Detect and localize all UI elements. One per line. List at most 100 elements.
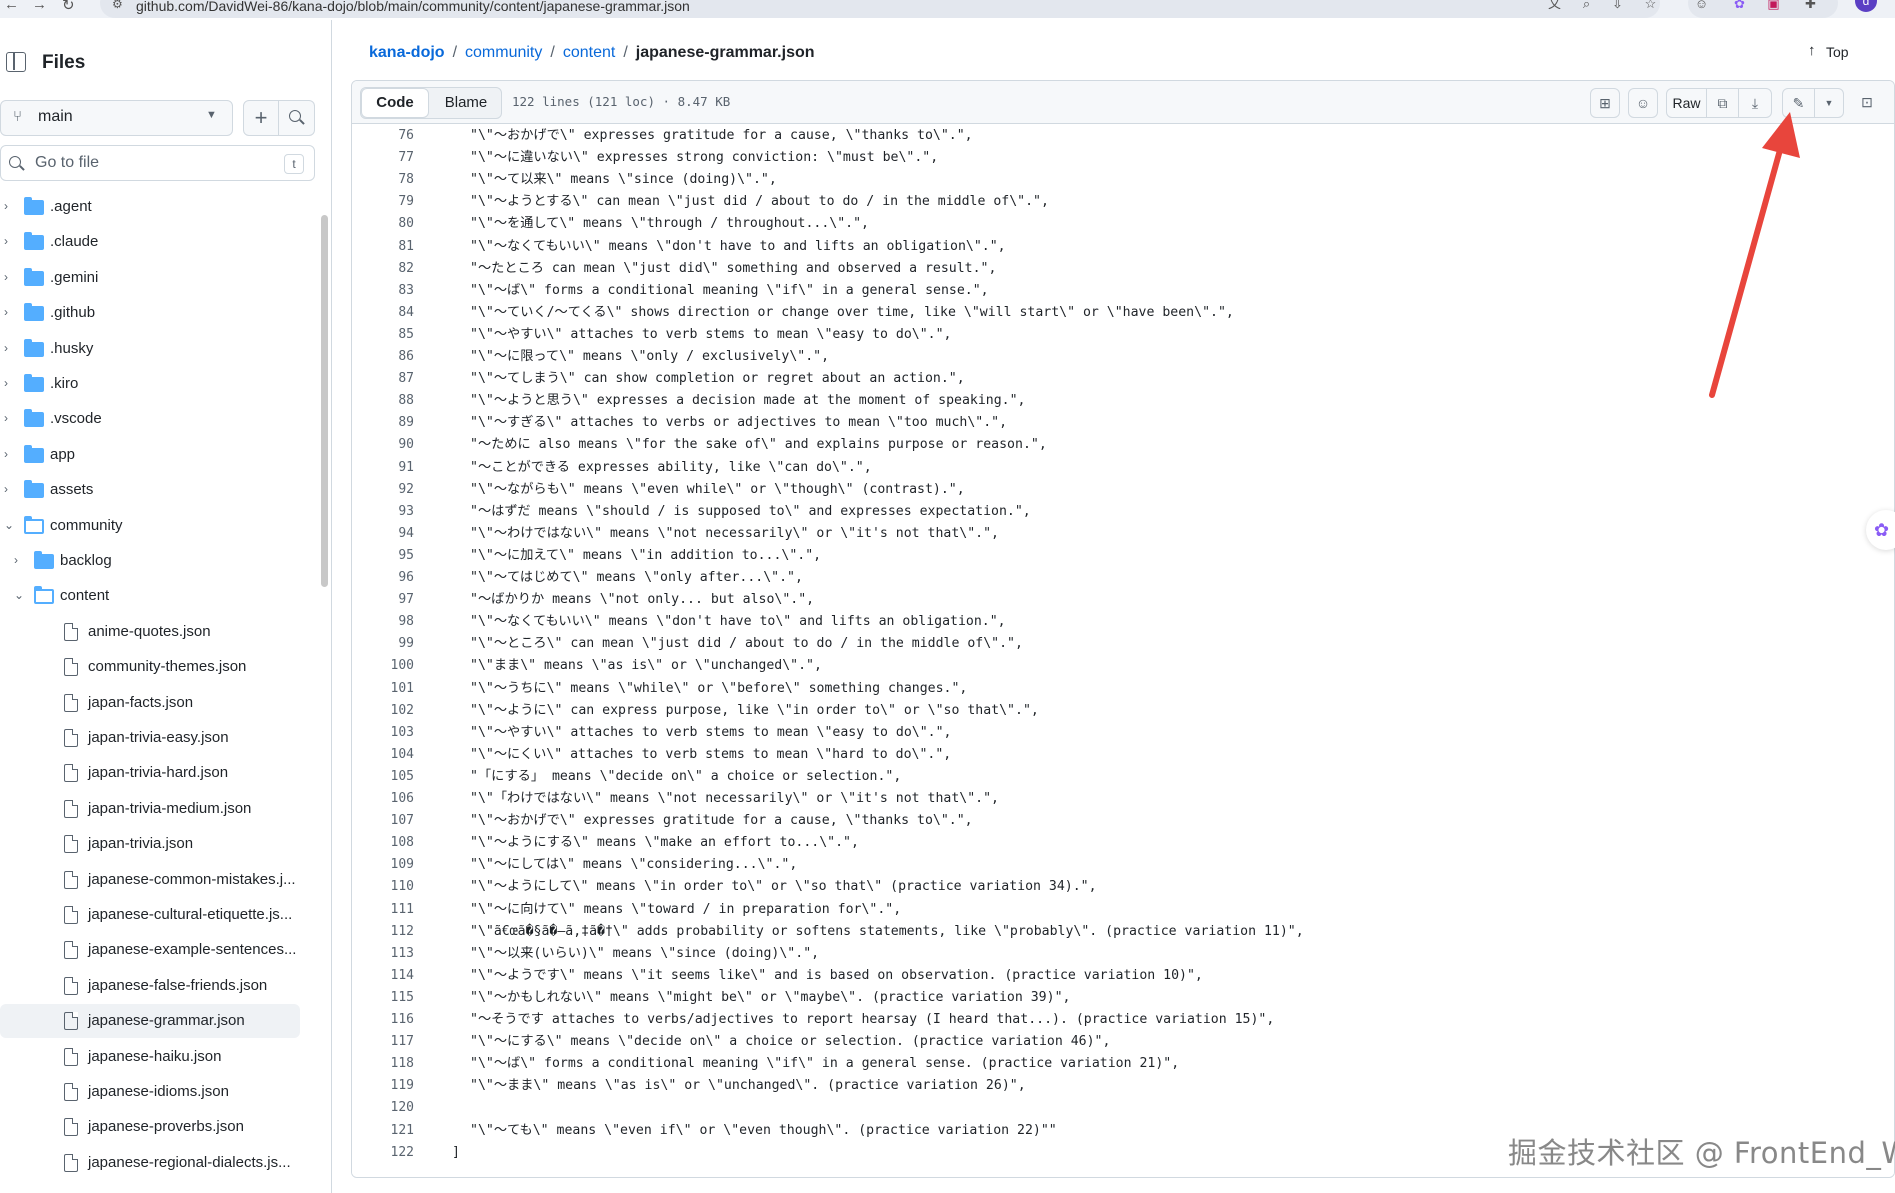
line-number[interactable]: 100 bbox=[352, 655, 414, 677]
line-number[interactable]: 112 bbox=[352, 921, 414, 943]
tree-file-row[interactable]: japan-facts.json bbox=[0, 686, 300, 720]
chevron-right-icon[interactable]: › bbox=[4, 234, 8, 248]
line-number[interactable]: 120 bbox=[352, 1097, 414, 1119]
line-number[interactable]: 98 bbox=[352, 611, 414, 633]
translate-icon[interactable]: 文 bbox=[1547, 0, 1562, 11]
forward-icon[interactable]: → bbox=[32, 0, 47, 13]
tree-file-row[interactable]: japanese-regional-dialects.js... bbox=[0, 1146, 300, 1180]
line-number[interactable]: 90 bbox=[352, 434, 414, 456]
line-number[interactable]: 101 bbox=[352, 678, 414, 700]
line-number[interactable]: 114 bbox=[352, 965, 414, 987]
line-number[interactable]: 115 bbox=[352, 987, 414, 1009]
code-tab[interactable]: Code bbox=[361, 88, 429, 118]
line-number[interactable]: 80 bbox=[352, 213, 414, 235]
line-number[interactable]: 97 bbox=[352, 589, 414, 611]
line-number[interactable]: 82 bbox=[352, 258, 414, 280]
line-number[interactable]: 106 bbox=[352, 788, 414, 810]
line-number[interactable]: 86 bbox=[352, 346, 414, 368]
line-number[interactable]: 81 bbox=[352, 236, 414, 258]
line-number[interactable]: 102 bbox=[352, 700, 414, 722]
line-number[interactable]: 85 bbox=[352, 324, 414, 346]
line-number[interactable]: 87 bbox=[352, 368, 414, 390]
line-number[interactable]: 116 bbox=[352, 1009, 414, 1031]
line-number[interactable]: 93 bbox=[352, 501, 414, 523]
chevron-right-icon[interactable]: › bbox=[14, 553, 18, 567]
tree-file-row[interactable]: japanese-example-sentences... bbox=[0, 933, 300, 967]
tree-file-row[interactable]: japan-trivia.json bbox=[0, 827, 300, 861]
puzzle-icon[interactable]: ✚ bbox=[1803, 0, 1818, 11]
tree-folder-row[interactable]: ⌄ content bbox=[0, 579, 300, 613]
line-number[interactable]: 105 bbox=[352, 766, 414, 788]
tree-folder-row[interactable]: › .agent bbox=[0, 190, 300, 224]
chevron-down-icon[interactable]: ⌄ bbox=[4, 518, 14, 532]
tree-folder-row[interactable]: › assets bbox=[0, 473, 300, 507]
tree-file-row[interactable]: japan-trivia-medium.json bbox=[0, 792, 300, 826]
line-number[interactable]: 94 bbox=[352, 523, 414, 545]
bookmark-star-icon[interactable]: ☆ bbox=[1643, 0, 1658, 11]
line-number[interactable]: 109 bbox=[352, 854, 414, 876]
tree-folder-row[interactable]: › .husky bbox=[0, 332, 300, 366]
tree-file-row[interactable]: japan-trivia-easy.json bbox=[0, 721, 300, 755]
tree-folder-row[interactable]: › .kiro bbox=[0, 367, 300, 401]
line-number[interactable]: 122 bbox=[352, 1142, 414, 1164]
line-number[interactable]: 103 bbox=[352, 722, 414, 744]
line-number[interactable]: 99 bbox=[352, 633, 414, 655]
breadcrumb-repo-link[interactable]: kana-dojo bbox=[369, 44, 445, 61]
extension-icon-2[interactable]: ✿ bbox=[1732, 0, 1747, 11]
chevron-right-icon[interactable]: › bbox=[4, 305, 8, 319]
go-to-file-input[interactable]: Go to file t bbox=[0, 145, 315, 181]
line-number[interactable]: 88 bbox=[352, 390, 414, 412]
extension-icon-1[interactable]: ☺ bbox=[1694, 0, 1709, 11]
zoom-icon[interactable]: ⌕ bbox=[1579, 0, 1594, 11]
line-number[interactable]: 92 bbox=[352, 479, 414, 501]
line-number[interactable]: 76 bbox=[352, 125, 414, 147]
line-number[interactable]: 89 bbox=[352, 412, 414, 434]
url-text[interactable]: github.com/DavidWei-86/kana-dojo/blob/ma… bbox=[136, 0, 690, 14]
chevron-right-icon[interactable]: › bbox=[4, 482, 8, 496]
line-number[interactable]: 104 bbox=[352, 744, 414, 766]
line-number[interactable]: 107 bbox=[352, 810, 414, 832]
search-button[interactable] bbox=[279, 100, 315, 136]
tree-file-row[interactable]: japanese-idioms.json bbox=[0, 1075, 300, 1109]
copilot-button[interactable]: ☺ bbox=[1628, 88, 1658, 118]
chevron-right-icon[interactable]: › bbox=[4, 199, 8, 213]
tree-file-row[interactable]: japanese-proverbs.json bbox=[0, 1110, 300, 1144]
tree-file-row[interactable]: japanese-grammar.json bbox=[0, 1004, 300, 1039]
extension-icon-3[interactable]: ▣ bbox=[1766, 0, 1781, 11]
tree-file-row[interactable]: japanese-cultural-etiquette.js... bbox=[0, 898, 300, 932]
line-number[interactable]: 78 bbox=[352, 169, 414, 191]
tree-folder-row[interactable]: › .gemini bbox=[0, 261, 300, 295]
site-info-icon[interactable]: ⚙ bbox=[112, 0, 123, 11]
add-file-button[interactable]: + bbox=[243, 100, 279, 136]
symbols-panel-button[interactable]: ⊡ bbox=[1852, 88, 1882, 118]
line-number[interactable]: 111 bbox=[352, 899, 414, 921]
line-number[interactable]: 77 bbox=[352, 147, 414, 169]
chevron-right-icon[interactable]: › bbox=[4, 411, 8, 425]
chevron-right-icon[interactable]: › bbox=[4, 376, 8, 390]
profile-avatar[interactable]: d bbox=[1855, 0, 1877, 12]
tree-file-row[interactable]: anime-quotes.json bbox=[0, 615, 300, 649]
line-number[interactable]: 108 bbox=[352, 832, 414, 854]
line-number[interactable]: 113 bbox=[352, 943, 414, 965]
line-number[interactable]: 96 bbox=[352, 567, 414, 589]
tree-file-row[interactable]: japan-trivia-hard.json bbox=[0, 756, 300, 790]
line-number[interactable]: 121 bbox=[352, 1120, 414, 1142]
reload-icon[interactable]: ↻ bbox=[62, 0, 75, 14]
code-area[interactable]: 76 "\"～おかげで\" expresses gratitude for a c… bbox=[352, 125, 1894, 1177]
tree-folder-row[interactable]: › .vscode bbox=[0, 402, 300, 436]
tree-file-row[interactable]: japanese-false-friends.json bbox=[0, 969, 300, 1003]
tree-folder-row[interactable]: › .claude bbox=[0, 225, 300, 259]
tree-file-row[interactable]: japanese-common-mistakes.j... bbox=[0, 863, 300, 897]
line-number[interactable]: 91 bbox=[352, 457, 414, 479]
collapse-sidebar-icon[interactable] bbox=[6, 52, 26, 72]
back-icon[interactable]: ← bbox=[4, 0, 19, 13]
line-number[interactable]: 83 bbox=[352, 280, 414, 302]
line-number[interactable]: 95 bbox=[352, 545, 414, 567]
line-number[interactable]: 118 bbox=[352, 1053, 414, 1075]
caret-down-icon[interactable]: ▼ bbox=[1815, 89, 1843, 117]
open-symbols-button[interactable]: ⊞ bbox=[1590, 88, 1620, 118]
tree-folder-row[interactable]: › backlog bbox=[0, 544, 300, 578]
tree-folder-row[interactable]: ⌄ community bbox=[0, 509, 300, 543]
chevron-right-icon[interactable]: › bbox=[4, 447, 8, 461]
chevron-down-icon[interactable]: ⌄ bbox=[14, 588, 24, 602]
